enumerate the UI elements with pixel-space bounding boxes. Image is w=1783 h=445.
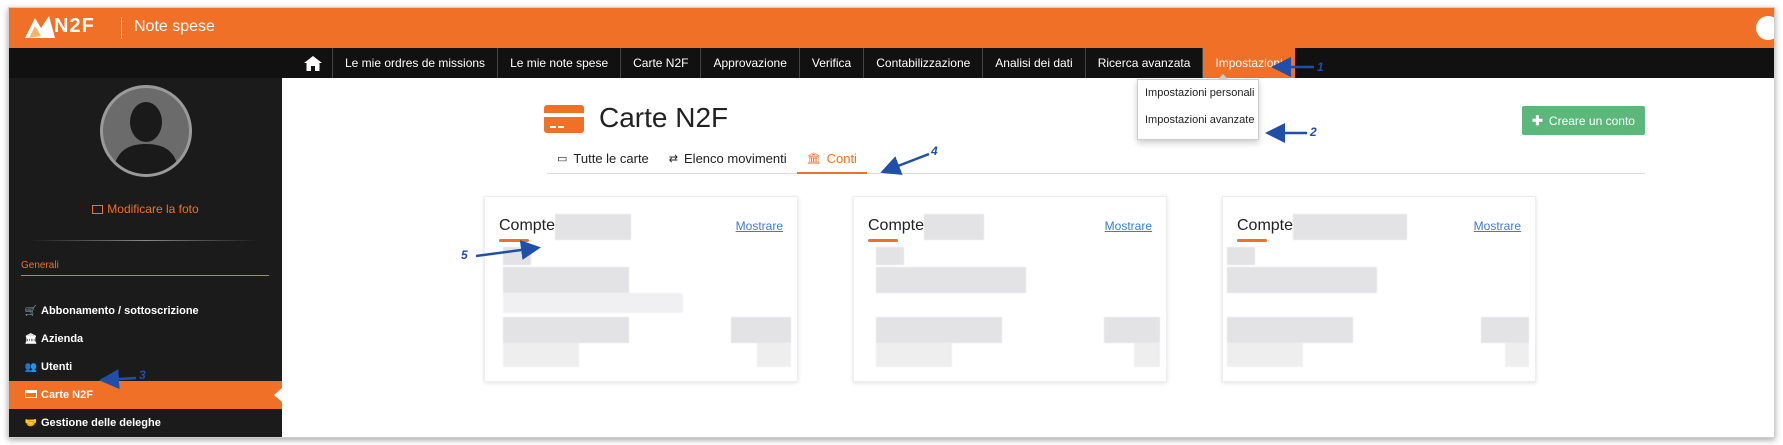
annotation-number: 5 [461, 248, 468, 262]
app-window: N2F Note spese Le mie ordres de missions… [8, 7, 1775, 438]
annotation-number: 3 [139, 368, 146, 382]
annotation-overlay [99, 57, 1314, 390]
annotation-number: 1 [1317, 60, 1324, 74]
annotation-arrow [880, 152, 930, 175]
annotation-number: 4 [931, 144, 938, 158]
annotation-arrow [99, 369, 137, 390]
annotation-number: 2 [1310, 125, 1317, 139]
annotation-arrow [475, 240, 541, 260]
